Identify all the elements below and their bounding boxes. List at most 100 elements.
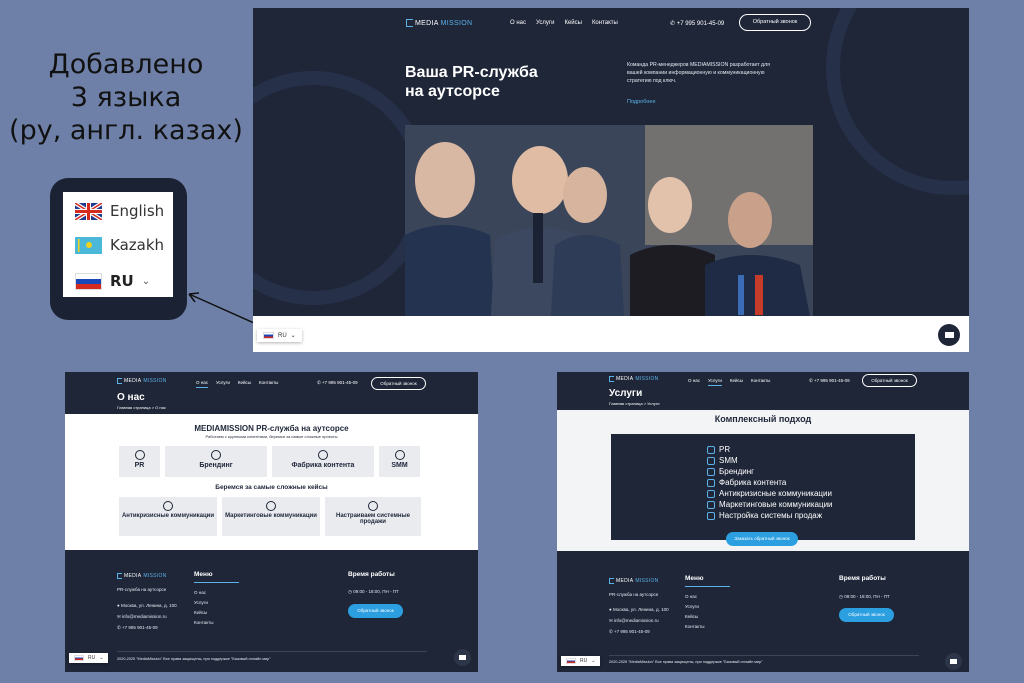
logo-mark-icon	[609, 376, 614, 382]
footer-callback-button[interactable]: Обратный звонок	[348, 604, 403, 618]
services-content: Комплексный подход PR SMM Брендинг Фабри…	[557, 410, 969, 551]
footer-logo[interactable]: MEDIA MISSION	[117, 573, 167, 579]
header-phone[interactable]: ✆ +7 995 901-45-09	[317, 380, 358, 386]
language-badge[interactable]: RU ⌄	[69, 653, 109, 663]
mail-icon	[944, 332, 954, 338]
footer-menu-contacts[interactable]: Контакты	[194, 620, 213, 625]
caption: Добавлено 3 языка (ру, англ. казах)	[0, 48, 252, 147]
footer-hours: ◷ 09:00 - 18:00, ПН - ПТ	[348, 589, 399, 594]
phone-number: +7 995 901-45-09	[676, 21, 725, 27]
nav-item-contacts[interactable]: Контакты	[751, 378, 770, 386]
footer-email[interactable]: ✉ info@mediamission.ru	[609, 618, 659, 624]
nav-item-about[interactable]: О нас	[196, 380, 208, 388]
nav-item-cases[interactable]: Кейсы	[238, 380, 251, 388]
logo-text: MISSION	[635, 376, 659, 382]
footer-phone[interactable]: ✆ +7 995 901-45-09	[609, 629, 650, 635]
footer-menu-services[interactable]: Услуги	[194, 600, 208, 605]
copyright: 2020-2025 "MediaMission" Все права защищ…	[117, 657, 271, 661]
header-phone[interactable]: ✆ +7 995 901-45-09	[809, 378, 850, 384]
footer-logo[interactable]: MEDIA MISSION	[609, 578, 659, 584]
address-text: Москва, ул. Ленина, д. 100	[120, 603, 177, 608]
mail-open-icon	[266, 501, 276, 511]
header-phone[interactable]: ✆ +7 995 901-45-09	[670, 20, 724, 27]
language-badge[interactable]: RU ⌄	[561, 656, 601, 666]
language-badge-label: RU	[88, 655, 96, 661]
hero-photo	[405, 125, 813, 332]
language-option-russian-selected[interactable]: RU ⌄	[75, 272, 150, 290]
tile-label: Антикризисные коммуникации	[121, 513, 215, 519]
language-label: Kazakh	[110, 236, 165, 254]
logo[interactable]: MEDIA MISSION	[117, 378, 167, 384]
service-tile-branding[interactable]: Брендинг	[165, 446, 267, 477]
service-tile-content[interactable]: Фабрика контента	[272, 446, 374, 477]
nav-item-services[interactable]: Услуги	[216, 380, 230, 388]
logo-text: MISSION	[635, 578, 659, 584]
nav-item-contacts[interactable]: Контакты	[259, 380, 278, 388]
breadcrumb[interactable]: Главная страница > О нас	[117, 405, 166, 410]
main-nav: О нас Услуги Кейсы Контакты	[510, 20, 618, 26]
service-item: Маркетинговые коммуникации	[707, 499, 833, 510]
logo[interactable]: MEDIA MISSION	[406, 19, 472, 27]
chat-button[interactable]	[945, 653, 962, 670]
nav-item-about[interactable]: О нас	[510, 20, 526, 26]
chat-button[interactable]	[938, 324, 960, 346]
language-label: English	[110, 202, 165, 220]
callback-button[interactable]: Обратный звонок	[739, 14, 811, 31]
phone-text: +7 995 901-45-09	[122, 625, 158, 630]
footer-email[interactable]: ✉ info@mediamission.ru	[117, 614, 167, 620]
email-text: info@mediamission.ru	[614, 618, 659, 623]
footer-callback-button[interactable]: Обратный звонок	[839, 608, 894, 622]
case-tile-sales[interactable]: Настраиваем системные продажи	[325, 497, 421, 536]
russia-flag-icon	[263, 332, 274, 339]
link-icon	[368, 501, 378, 511]
footer-menu-cases[interactable]: Кейсы	[685, 614, 698, 619]
more-link[interactable]: Подробнее	[627, 99, 656, 105]
tile-label: PR	[134, 462, 145, 469]
nav-item-cases[interactable]: Кейсы	[564, 20, 582, 26]
mail-icon	[950, 659, 957, 664]
chat-button[interactable]	[454, 649, 471, 666]
footer-tagline: PR-служба на аутсорсе	[609, 592, 659, 597]
service-item: PR	[707, 444, 833, 455]
logo-text: MISSION	[143, 573, 167, 579]
footer-menu-services[interactable]: Услуги	[685, 604, 699, 609]
case-tile-marketing[interactable]: Маркетинговые коммуникации	[222, 497, 320, 536]
footer-menu-cases[interactable]: Кейсы	[194, 610, 207, 615]
nav-item-about[interactable]: О нас	[688, 378, 700, 386]
divider	[685, 586, 730, 587]
service-item: Антикризисные коммуникации	[707, 488, 833, 499]
footer-menu-about[interactable]: О нас	[194, 590, 206, 595]
breadcrumb[interactable]: Главная страница > Услуги	[609, 401, 659, 406]
tile-label: Настраиваем системные продажи	[335, 513, 411, 525]
section-heading: Комплексный подход	[714, 414, 812, 424]
logo-text: MEDIA	[124, 573, 142, 579]
russia-flag-icon	[566, 658, 576, 664]
language-option-english[interactable]: English	[75, 202, 164, 220]
nav-item-services[interactable]: Услуги	[536, 20, 554, 26]
hero-title-line: Ваша PR-служба	[405, 64, 538, 81]
language-option-kazakh[interactable]: Kazakh	[75, 236, 164, 254]
case-tile-anticrisis[interactable]: Антикризисные коммуникации	[119, 497, 217, 536]
callback-button[interactable]: Обратный звонок	[371, 377, 426, 390]
language-badge[interactable]: RU ⌄	[257, 329, 302, 342]
chevron-down-icon: ⌄	[591, 658, 596, 664]
section-heading: Беремся за самые сложные кейсы	[215, 484, 328, 491]
order-callback-button[interactable]: Заказать обратный звонок	[726, 532, 798, 546]
chevron-down-icon: ⌄	[99, 655, 104, 661]
logo-mark-icon	[117, 573, 122, 579]
footer-menu-about[interactable]: О нас	[685, 594, 697, 599]
service-tile-pr[interactable]: PR	[119, 446, 160, 477]
callback-button[interactable]: Обратный звонок	[862, 374, 917, 387]
footer-phone[interactable]: ✆ +7 995 901-45-09	[117, 625, 158, 631]
nav-item-cases[interactable]: Кейсы	[730, 378, 743, 386]
logo-text: MEDIA	[124, 378, 142, 384]
nav-item-services[interactable]: Услуги	[708, 378, 722, 386]
logo-text: MISSION	[440, 19, 473, 27]
tile-label: Фабрика контента	[291, 462, 355, 469]
nav-item-contacts[interactable]: Контакты	[592, 20, 618, 26]
footer-menu-contacts[interactable]: Контакты	[685, 624, 704, 629]
service-tile-smm[interactable]: SMM	[379, 446, 420, 477]
footer-address: ● Москва, ул. Ленина, д. 100	[117, 603, 177, 608]
logo[interactable]: MEDIA MISSION	[609, 376, 659, 382]
russia-flag-icon	[75, 272, 102, 290]
